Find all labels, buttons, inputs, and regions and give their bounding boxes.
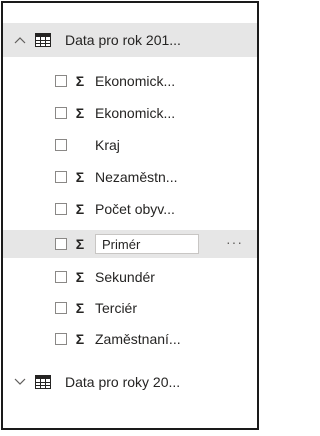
- field-label: Kraj: [95, 137, 120, 153]
- sigma-icon: Σ: [75, 331, 85, 347]
- field-label: Terciér: [95, 300, 138, 316]
- field-checkbox[interactable]: [55, 171, 67, 183]
- field-checkbox[interactable]: [55, 271, 67, 283]
- field-checkbox[interactable]: [55, 107, 67, 119]
- table-icon: [35, 33, 51, 47]
- field-label: Ekonomick...: [95, 73, 176, 89]
- field-row[interactable]: Σ Počet obyv...: [3, 196, 257, 222]
- chevron-up-icon[interactable]: [13, 33, 27, 47]
- field-row-editing[interactable]: Σ ···: [3, 230, 257, 258]
- field-label: Ekonomick...: [95, 105, 176, 121]
- table-name: Data pro rok 201...: [65, 32, 181, 48]
- table-header-data-pro-rok[interactable]: Data pro rok 201...: [3, 23, 257, 57]
- fields-pane: Data pro rok 201... Σ Ekonomick... Σ Eko…: [1, 1, 259, 430]
- chevron-down-icon[interactable]: [13, 375, 27, 389]
- table-name: Data pro roky 20...: [65, 374, 181, 390]
- field-checkbox[interactable]: [55, 75, 67, 87]
- field-label: Zaměstnaní...: [95, 331, 181, 347]
- field-row[interactable]: Σ Zaměstnaní...: [3, 326, 257, 352]
- field-checkbox[interactable]: [55, 139, 67, 151]
- field-checkbox[interactable]: [55, 238, 67, 250]
- table-icon: [35, 375, 51, 389]
- field-row[interactable]: Σ Nezaměstn...: [3, 164, 257, 190]
- sigma-icon: Σ: [75, 105, 85, 121]
- sigma-icon: Σ: [75, 269, 85, 285]
- sigma-icon: Σ: [75, 169, 85, 185]
- sigma-icon: Σ: [75, 201, 85, 217]
- more-options-icon[interactable]: ···: [226, 234, 243, 250]
- field-label: Počet obyv...: [95, 201, 175, 217]
- field-label: Sekundér: [95, 269, 155, 285]
- sigma-icon: Σ: [75, 73, 85, 89]
- field-label: Nezaměstn...: [95, 169, 178, 185]
- field-row[interactable]: Σ Ekonomick...: [3, 68, 257, 94]
- field-checkbox[interactable]: [55, 203, 67, 215]
- table-header-data-pro-roky[interactable]: Data pro roky 20...: [3, 365, 257, 399]
- field-row[interactable]: Kraj: [3, 132, 257, 158]
- sigma-icon: Σ: [75, 300, 85, 316]
- field-row[interactable]: Σ Ekonomick...: [3, 100, 257, 126]
- field-checkbox[interactable]: [55, 302, 67, 314]
- field-row[interactable]: Σ Sekundér: [3, 264, 257, 290]
- field-checkbox[interactable]: [55, 333, 67, 345]
- sigma-icon: Σ: [75, 236, 85, 252]
- rename-field-input[interactable]: [95, 234, 199, 254]
- field-row[interactable]: Σ Terciér: [3, 295, 257, 321]
